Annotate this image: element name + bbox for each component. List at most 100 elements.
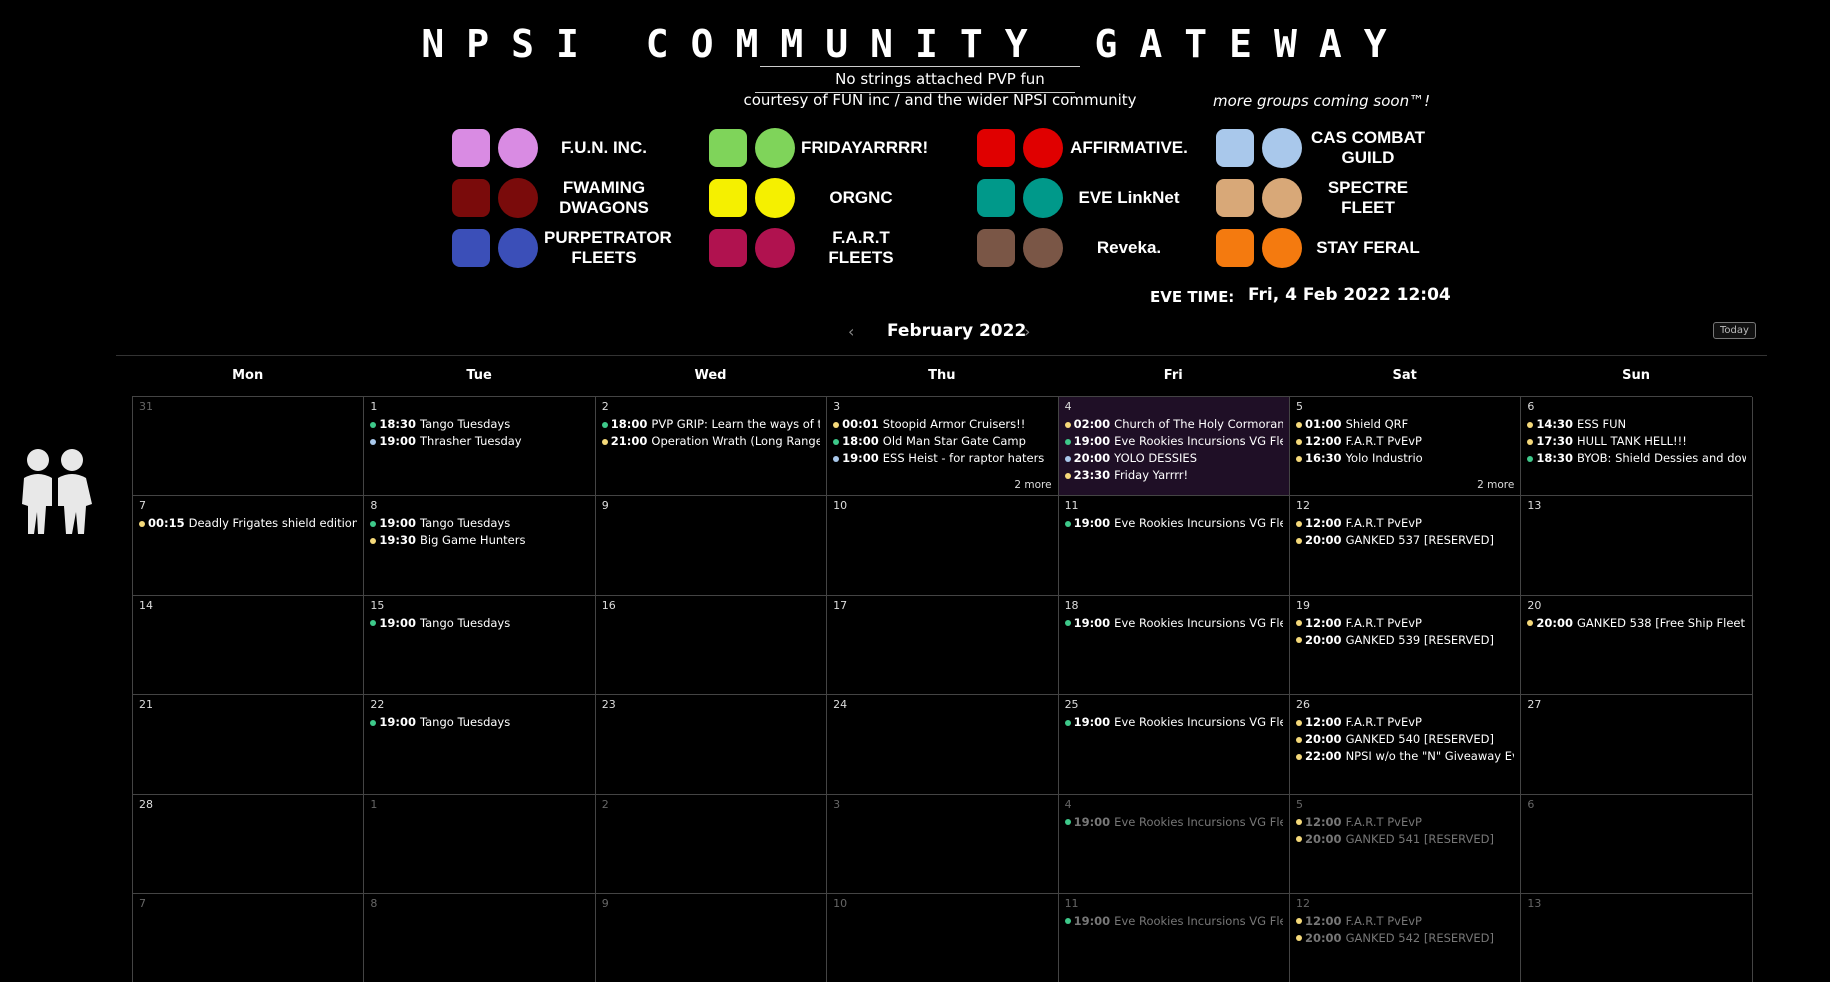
next-month-button[interactable]: › bbox=[1024, 322, 1030, 341]
day-cell[interactable]: 24 bbox=[827, 695, 1059, 795]
calendar-event[interactable]: 00:01 Stoopid Armor Cruisers!! bbox=[833, 416, 1051, 433]
day-cell[interactable]: 6 14:30 ESS FUN 17:30 HULL TANK HELL!!! 18:30… bbox=[1521, 397, 1753, 497]
more-events-link[interactable]: 2 more bbox=[1014, 479, 1051, 491]
calendar-event[interactable]: 19:00 Eve Rookies Incursions VG Fleet bbox=[1064, 714, 1283, 731]
calendar-event[interactable]: 19:30 Big Game Hunters bbox=[370, 532, 588, 549]
calendar-event[interactable]: 19:00 Tango Tuesdays bbox=[370, 615, 588, 632]
subtitle-line-1: No strings attached PVP fun bbox=[835, 70, 1045, 88]
calendar-event[interactable]: 20:00 YOLO DESSIES bbox=[1064, 450, 1283, 467]
calendar-event[interactable]: 23:30 Friday Yarrrr! bbox=[1064, 467, 1283, 484]
prev-month-button[interactable]: ‹ bbox=[848, 322, 854, 341]
calendar-event[interactable]: 19:00 ESS Heist - for raptor haters bbox=[833, 450, 1051, 467]
day-cell[interactable]: 11 19:00 Eve Rookies Incursions VG Fleet bbox=[1058, 496, 1290, 596]
calendar-event[interactable]: 18:30 BYOB: Shield Dessies and down bbox=[1527, 450, 1746, 467]
day-cell[interactable]: 15 19:00 Tango Tuesdays bbox=[364, 595, 596, 696]
more-events-link[interactable]: 2 more bbox=[1477, 479, 1514, 491]
calendar-event[interactable]: 16:30 Yolo Industrio bbox=[1295, 450, 1514, 467]
day-cell[interactable]: 31 bbox=[133, 397, 365, 497]
day-cell[interactable]: 4 02:00 Church of The Holy Cormorant 19:00 E… bbox=[1058, 397, 1290, 497]
calendar-event[interactable]: 20:00 GANKED 540 [RESERVED] bbox=[1295, 731, 1514, 748]
group-legend-item[interactable]: FWAMING DWAGONS bbox=[452, 178, 664, 218]
day-cell[interactable]: 12 12:00 F.A.R.T PvEvP 20:00 GANKED 542 [RES… bbox=[1289, 893, 1522, 982]
calendar-event[interactable]: 20:00 GANKED 542 [RESERVED] bbox=[1295, 930, 1514, 947]
day-cell[interactable]: 10 bbox=[827, 496, 1059, 596]
day-cell[interactable]: 28 bbox=[133, 794, 365, 894]
group-legend-item[interactable]: AFFIRMATIVE. bbox=[977, 128, 1189, 168]
day-cell[interactable]: 2 bbox=[595, 794, 828, 894]
calendar-event[interactable]: 01:00 Shield QRF bbox=[1295, 416, 1514, 433]
day-cell[interactable]: 6 bbox=[1521, 794, 1753, 894]
calendar-event[interactable]: 17:30 HULL TANK HELL!!! bbox=[1527, 433, 1745, 450]
day-cell[interactable]: 22 19:00 Tango Tuesdays bbox=[364, 695, 596, 795]
day-cell[interactable]: 13 bbox=[1521, 496, 1753, 596]
day-cell[interactable]: 10 bbox=[827, 893, 1059, 982]
day-cell[interactable]: 14 bbox=[133, 595, 365, 696]
group-legend-item[interactable]: SPECTRE FLEET bbox=[1216, 178, 1428, 218]
group-legend-item[interactable]: PURPETRATOR FLEETS bbox=[452, 228, 672, 268]
today-button[interactable]: Today bbox=[1713, 322, 1756, 339]
group-legend-item[interactable]: CAS COMBAT GUILD bbox=[1216, 128, 1428, 168]
calendar-event[interactable]: 22:00NPSI w/o the "N" Giveaway Event bbox=[1295, 748, 1514, 765]
people-icon[interactable] bbox=[20, 448, 94, 536]
calendar-event[interactable]: 19:00 Eve Rookies Incursions VG Fleet bbox=[1064, 913, 1283, 930]
day-cell[interactable]: 18 19:00 Eve Rookies Incursions VG Fleet bbox=[1058, 595, 1290, 696]
calendar-event[interactable]: 19:00 Tango Tuesdays bbox=[370, 714, 588, 731]
day-cell[interactable]: 16 bbox=[595, 595, 828, 696]
day-cell[interactable]: 20 20:00 GANKED 538 [Free Ship Fleet] bbox=[1521, 595, 1753, 696]
day-cell[interactable]: 19 12:00 F.A.R.T PvEvP 20:00 GANKED 539 [RES… bbox=[1289, 595, 1522, 696]
calendar-event[interactable]: 18:00PVP GRIP: Learn the ways of the pe bbox=[601, 416, 820, 433]
day-cell[interactable]: 21 bbox=[133, 695, 365, 795]
day-cell[interactable]: 5 01:00 Shield QRF 12:00 F.A.R.T PvEvP 16:30 Y… bbox=[1289, 397, 1522, 497]
day-cell[interactable]: 7 bbox=[133, 893, 365, 982]
day-cell[interactable]: 23 bbox=[595, 695, 828, 795]
day-cell[interactable]: 218:00PVP GRIP: Learn the ways of the pe… bbox=[595, 397, 828, 497]
day-cell[interactable]: 1 bbox=[364, 794, 596, 894]
day-cell[interactable]: 3 00:01 Stoopid Armor Cruisers!! 18:00 Old M… bbox=[827, 397, 1059, 497]
day-cell[interactable]: 9 bbox=[595, 496, 828, 596]
day-cell[interactable]: 12 12:00 F.A.R.T PvEvP 20:00 GANKED 537 [RES… bbox=[1289, 496, 1522, 596]
calendar-event[interactable]: 20:00 GANKED 538 [Free Ship Fleet] bbox=[1527, 615, 1746, 632]
calendar-event[interactable]: 19:00 Eve Rookies Incursions VG Fleet bbox=[1064, 515, 1283, 532]
day-cell[interactable]: 7 00:15 Deadly Frigates shield edition bbox=[133, 496, 365, 596]
day-cell[interactable]: 13 bbox=[1521, 893, 1753, 982]
calendar-event[interactable]: 12:00 F.A.R.T PvEvP bbox=[1295, 814, 1514, 831]
group-legend-item[interactable]: FRIDAYARRRR! bbox=[709, 128, 928, 168]
calendar-event[interactable]: 12:00 F.A.R.T PvEvP bbox=[1295, 433, 1514, 450]
group-legend-item[interactable]: F.A.R.T FLEETS bbox=[709, 228, 921, 268]
day-cell[interactable]: 9 bbox=[595, 893, 828, 982]
calendar-event[interactable]: 19:00 Tango Tuesdays bbox=[370, 515, 588, 532]
calendar-event[interactable]: 12:00 F.A.R.T PvEvP bbox=[1295, 515, 1514, 532]
calendar-event[interactable]: 18:30 Tango Tuesdays bbox=[370, 416, 588, 433]
day-cell[interactable]: 11 19:00 Eve Rookies Incursions VG Fleet bbox=[1058, 893, 1290, 982]
day-cell[interactable]: 4 19:00 Eve Rookies Incursions VG Fleet bbox=[1058, 794, 1290, 894]
calendar-event[interactable]: 14:30 ESS FUN bbox=[1527, 416, 1745, 433]
calendar-event[interactable]: 19:00 Thrasher Tuesday bbox=[370, 433, 588, 450]
calendar-event[interactable]: 19:00 Eve Rookies Incursions VG Fleet bbox=[1064, 433, 1283, 450]
calendar-event[interactable]: 12:00 F.A.R.T PvEvP bbox=[1295, 913, 1514, 930]
day-cell[interactable]: 8 bbox=[364, 893, 596, 982]
calendar-event[interactable]: 19:00 Eve Rookies Incursions VG Fleet bbox=[1064, 615, 1283, 632]
day-cell[interactable]: 25 19:00 Eve Rookies Incursions VG Fleet bbox=[1058, 695, 1290, 795]
group-legend-item[interactable]: STAY FERAL bbox=[1216, 228, 1428, 268]
calendar-event[interactable]: 20:00 GANKED 539 [RESERVED] bbox=[1295, 632, 1514, 649]
group-legend-item[interactable]: EVE LinkNet bbox=[977, 178, 1189, 218]
day-cell[interactable]: 3 bbox=[827, 794, 1059, 894]
calendar-event[interactable]: 19:00 Eve Rookies Incursions VG Fleet bbox=[1064, 814, 1283, 831]
calendar-event[interactable]: 20:00 GANKED 541 [RESERVED] bbox=[1295, 831, 1514, 848]
calendar-event[interactable]: 02:00 Church of The Holy Cormorant bbox=[1064, 416, 1283, 433]
day-cell[interactable]: 8 19:00 Tango Tuesdays 19:30 Big Game Hunter… bbox=[364, 496, 596, 596]
group-legend-item[interactable]: F.U.N. INC. bbox=[452, 128, 664, 168]
day-cell[interactable]: 5 12:00 F.A.R.T PvEvP 20:00 GANKED 541 [RESE… bbox=[1289, 794, 1522, 894]
calendar-event[interactable]: 12:00 F.A.R.T PvEvP bbox=[1295, 615, 1514, 632]
day-cell[interactable]: 26 12:00 F.A.R.T PvEvP 20:00 GANKED 540 [RES… bbox=[1289, 695, 1522, 795]
day-cell[interactable]: 17 bbox=[827, 595, 1059, 696]
group-legend-item[interactable]: ORGNC bbox=[709, 178, 921, 218]
calendar-event[interactable]: 21:00 Operation Wrath (Long Range) bbox=[601, 433, 820, 450]
group-legend-item[interactable]: Reveka. bbox=[977, 228, 1189, 268]
day-cell[interactable]: 27 bbox=[1521, 695, 1753, 795]
calendar-event[interactable]: 20:00 GANKED 537 [RESERVED] bbox=[1295, 532, 1514, 549]
calendar-event[interactable]: 18:00 Old Man Star Gate Camp bbox=[833, 433, 1051, 450]
day-cell[interactable]: 1 18:30 Tango Tuesdays 19:00 Thrasher Tuesda… bbox=[364, 397, 596, 497]
calendar-event[interactable]: 00:15 Deadly Frigates shield edition bbox=[139, 515, 357, 532]
calendar-event[interactable]: 12:00 F.A.R.T PvEvP bbox=[1295, 714, 1514, 731]
